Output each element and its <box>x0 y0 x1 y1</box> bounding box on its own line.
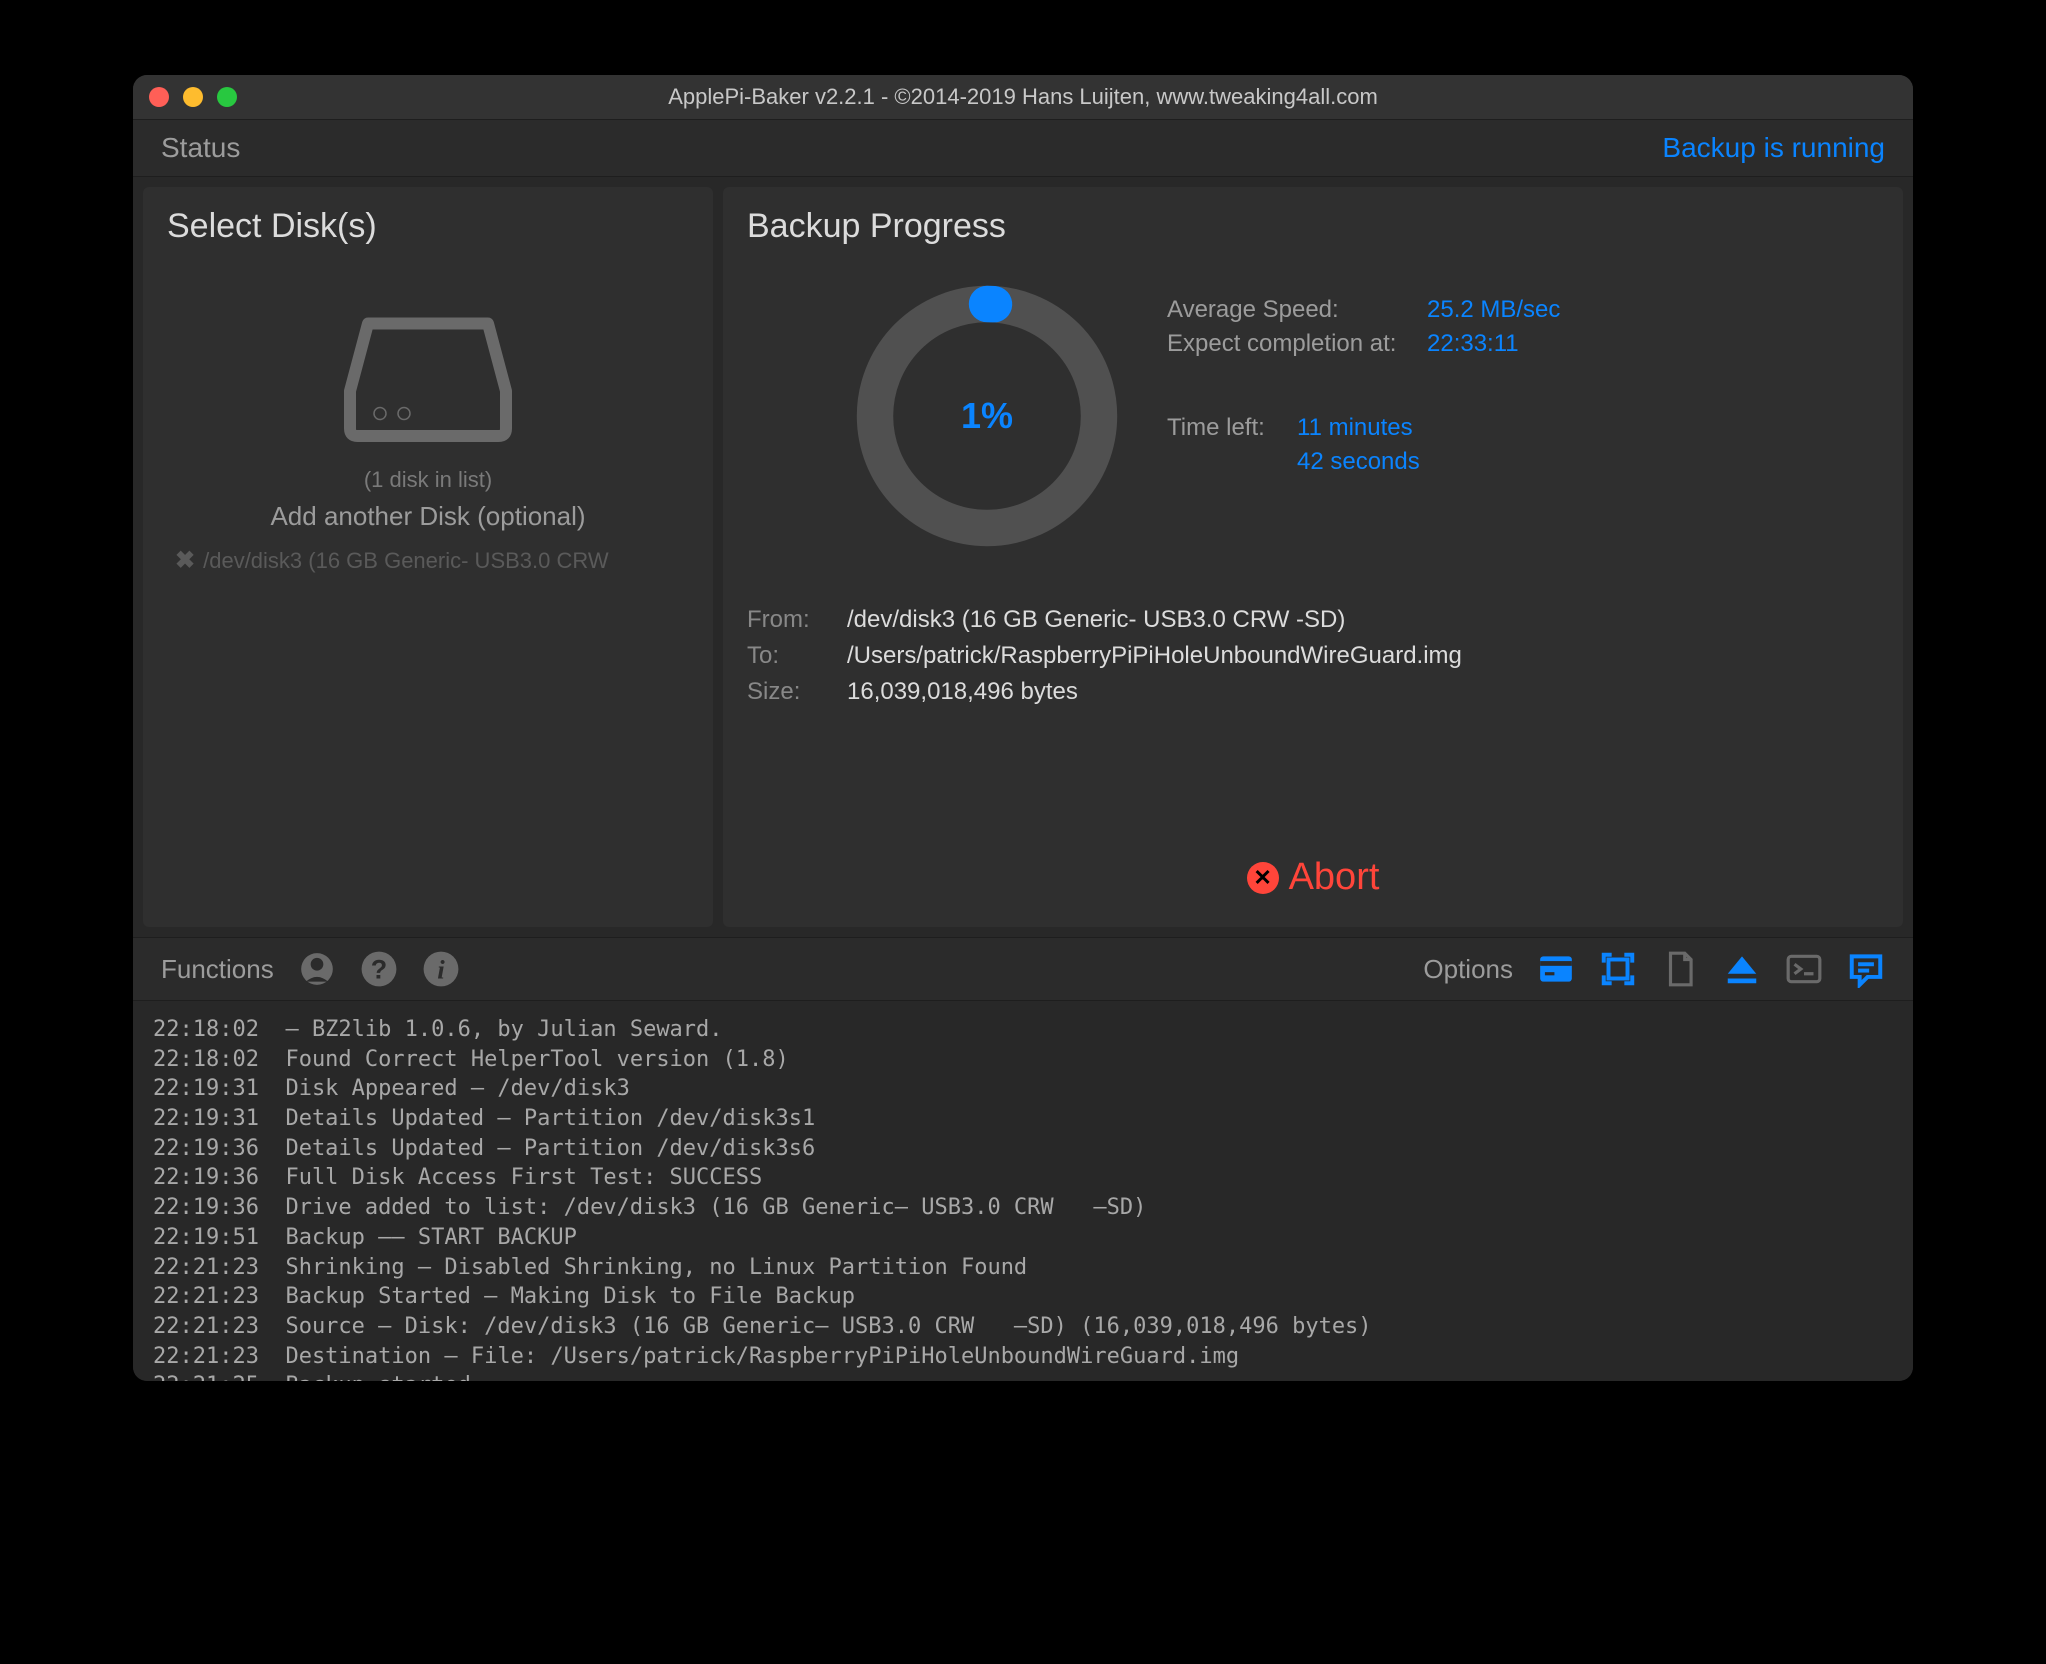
toolbar: Functions ? i Options <box>133 937 1913 1001</box>
titlebar[interactable]: ApplePi-Baker v2.2.1 - ©2014-2019 Hans L… <box>133 75 1913 119</box>
options-label: Options <box>1423 954 1513 985</box>
disk-item-label: /dev/disk3 (16 GB Generic- USB3.0 CRW <box>203 548 609 574</box>
to-value: /Users/patrick/RaspberryPiPiHoleUnboundW… <box>847 642 1462 670</box>
abort-label: Abort <box>1289 856 1380 899</box>
options-group: Options <box>1423 950 1885 988</box>
size-label: Size: <box>747 678 847 706</box>
close-window-button[interactable] <box>149 87 169 107</box>
eta-label: Expect completion at: <box>1167 330 1427 358</box>
option-file-icon[interactable] <box>1661 950 1699 988</box>
disk-function-icon[interactable] <box>298 950 336 988</box>
functions-group: Functions ? i <box>161 950 460 988</box>
window-controls <box>149 87 237 107</box>
progress-stats: Average Speed: 25.2 MB/sec Expect comple… <box>1167 276 1879 482</box>
option-chat-icon[interactable] <box>1847 950 1885 988</box>
progress-row: 1% Average Speed: 25.2 MB/sec Expect com… <box>747 276 1879 556</box>
avg-speed-label: Average Speed: <box>1167 296 1427 324</box>
status-label: Status <box>161 132 240 164</box>
backup-progress-title: Backup Progress <box>747 207 1879 246</box>
avg-speed-value: 25.2 MB/sec <box>1427 296 1560 324</box>
main-content: Select Disk(s) (1 disk in list) Add anot… <box>133 177 1913 937</box>
option-fullscreen-icon[interactable] <box>1599 950 1637 988</box>
svg-text:?: ? <box>371 955 387 985</box>
option-eject-icon[interactable] <box>1723 950 1761 988</box>
svg-text:i: i <box>437 955 445 985</box>
to-label: To: <box>747 642 847 670</box>
add-disk-label: Add another Disk (optional) <box>270 501 585 532</box>
from-label: From: <box>747 606 847 634</box>
disk-drop-area[interactable]: (1 disk in list) Add another Disk (optio… <box>167 306 689 575</box>
select-disk-title: Select Disk(s) <box>167 207 689 246</box>
disk-list-item[interactable]: ✖ /dev/disk3 (16 GB Generic- USB3.0 CRW <box>167 546 689 575</box>
window-title: ApplePi-Baker v2.2.1 - ©2014-2019 Hans L… <box>133 84 1913 110</box>
zoom-window-button[interactable] <box>217 87 237 107</box>
backup-progress-panel: Backup Progress 1% Average Speed: 25.2 M… <box>723 187 1903 927</box>
option-card-icon[interactable] <box>1537 950 1575 988</box>
from-value: /dev/disk3 (16 GB Generic- USB3.0 CRW -S… <box>847 606 1345 634</box>
log-output[interactable]: 22:18:02 – BZ2lib 1.0.6, by Julian Sewar… <box>133 1001 1913 1381</box>
select-disk-panel: Select Disk(s) (1 disk in list) Add anot… <box>143 187 713 927</box>
time-left-seconds: 42 seconds <box>1297 448 1420 476</box>
help-icon[interactable]: ? <box>360 950 398 988</box>
info-icon[interactable]: i <box>422 950 460 988</box>
size-value: 16,039,018,496 bytes <box>847 678 1078 706</box>
remove-disk-icon[interactable]: ✖ <box>175 546 195 575</box>
eta-value: 22:33:11 <box>1427 330 1519 358</box>
time-left-label: Time left: <box>1167 414 1297 442</box>
minimize-window-button[interactable] <box>183 87 203 107</box>
progress-ring: 1% <box>847 276 1127 556</box>
status-bar: Status Backup is running <box>133 119 1913 177</box>
app-window: ApplePi-Baker v2.2.1 - ©2014-2019 Hans L… <box>133 75 1913 1381</box>
backup-details: From: /dev/disk3 (16 GB Generic- USB3.0 … <box>747 606 1879 706</box>
disk-count-label: (1 disk in list) <box>364 467 492 493</box>
time-left-minutes: 11 minutes <box>1297 414 1413 442</box>
option-terminal-icon[interactable] <box>1785 950 1823 988</box>
abort-icon: ✕ <box>1247 862 1279 894</box>
functions-label: Functions <box>161 954 274 985</box>
status-message: Backup is running <box>1662 132 1885 164</box>
abort-button[interactable]: ✕ Abort <box>723 856 1903 899</box>
harddrive-icon <box>338 306 518 451</box>
progress-percent: 1% <box>847 276 1127 556</box>
